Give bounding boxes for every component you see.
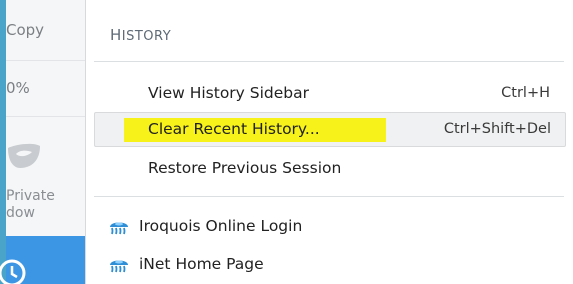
copy-button[interactable]: Copy (6, 0, 85, 61)
private-window-button-label[interactable]: Private dow (6, 188, 85, 222)
history-clock-icon (0, 259, 26, 284)
view-history-sidebar-item[interactable]: View History Sidebar Ctrl+H (94, 76, 564, 110)
zoom-reset-button[interactable]: 0% (6, 61, 85, 117)
restore-previous-session-label: Restore Previous Session (148, 159, 342, 177)
private-label-line2: dow (6, 205, 35, 221)
view-history-sidebar-label: View History Sidebar (148, 84, 310, 102)
clear-recent-history-item[interactable]: Clear Recent History... Ctrl+Shift+Del (94, 112, 566, 147)
private-label-line1: Private (6, 188, 55, 204)
history-header-first-letter: H (110, 26, 122, 44)
history-button-selected[interactable] (0, 236, 85, 284)
restore-previous-session-item[interactable]: Restore Previous Session (94, 151, 564, 185)
main-menu-panel: Copy 0% Private dow (0, 0, 86, 284)
copy-button-label: Copy (6, 21, 45, 39)
private-mask-icon (8, 143, 40, 168)
clear-recent-history-label: Clear Recent History... (148, 120, 320, 138)
history-submenu: HISTORY View History Sidebar Ctrl+H Clea… (86, 0, 573, 284)
menu-divider (94, 196, 564, 197)
history-entry-inet-home-page[interactable]: iNet Home Page (94, 249, 564, 281)
clear-recent-history-shortcut: Ctrl+Shift+Del (443, 121, 551, 137)
view-history-sidebar-shortcut: Ctrl+H (501, 85, 550, 101)
jellyfish-site-icon (110, 260, 128, 273)
jellyfish-site-icon (110, 222, 128, 235)
history-entry-label: Iroquois Online Login (139, 217, 303, 235)
history-entry-iroquois-online-login[interactable]: Iroquois Online Login (94, 211, 564, 243)
menu-divider (94, 61, 564, 62)
firefox-menu-screenshot: Copy 0% Private dow HISTORY View History… (0, 0, 573, 284)
zoom-value: 0% (6, 79, 30, 97)
history-header-rest: ISTORY (121, 29, 172, 44)
history-header: HISTORY (110, 26, 171, 44)
history-entry-label: iNet Home Page (139, 255, 264, 273)
